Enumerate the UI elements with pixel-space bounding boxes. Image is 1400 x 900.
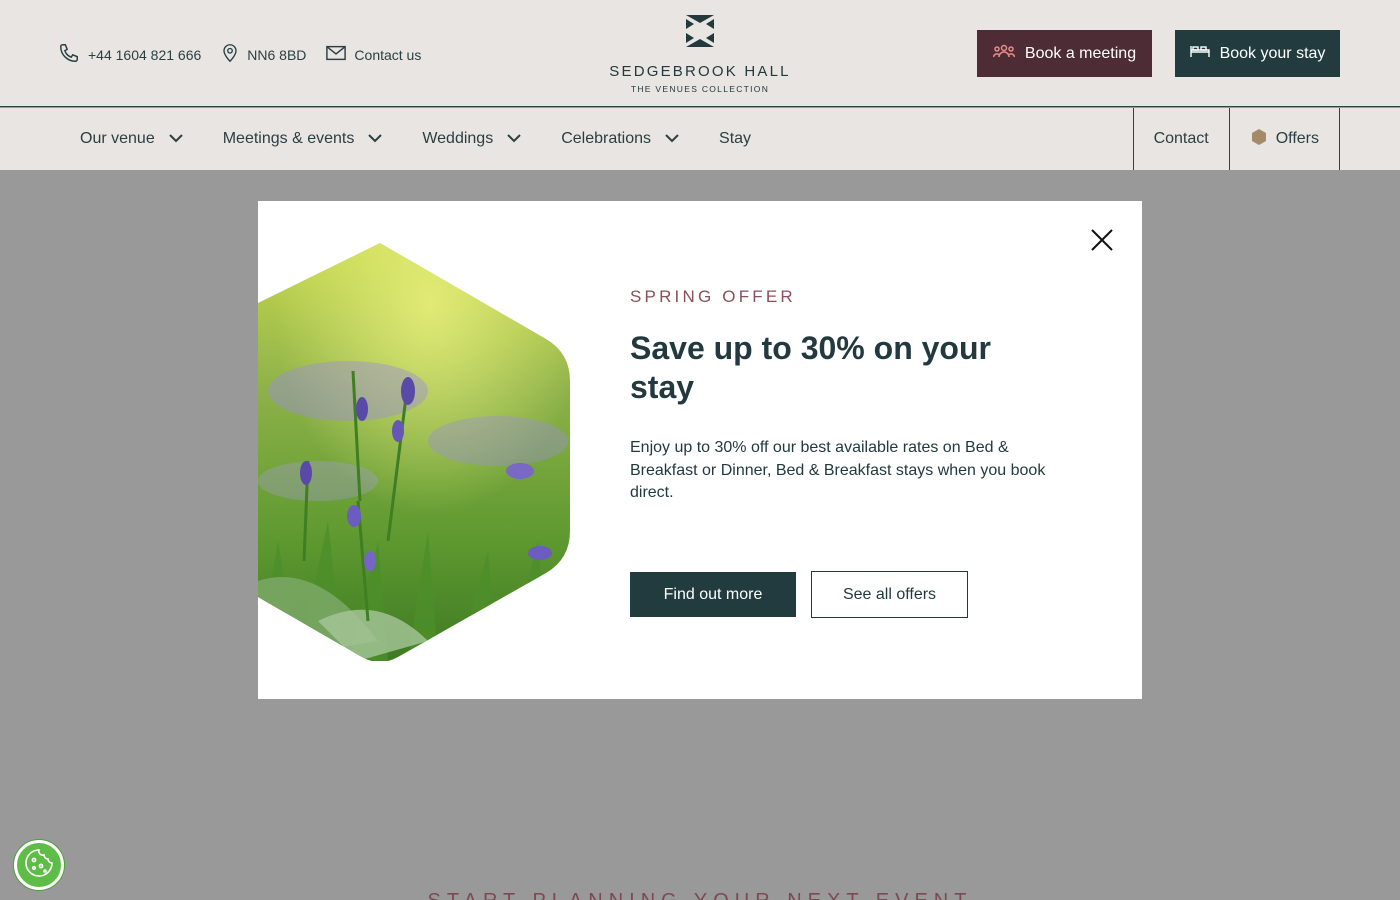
chevron-down-icon xyxy=(651,130,679,148)
book-meeting-button[interactable]: Book a meeting xyxy=(977,30,1152,77)
nav-item-contact[interactable]: Contact xyxy=(1132,108,1229,170)
book-stay-button[interactable]: Book your stay xyxy=(1175,30,1340,77)
nav-item-weddings[interactable]: Weddings xyxy=(422,130,521,148)
nav-item-offers[interactable]: Offers xyxy=(1228,108,1340,170)
nav-item-our-venue[interactable]: Our venue xyxy=(80,130,183,148)
nav-item-celebrations[interactable]: Celebrations xyxy=(561,130,679,148)
logo-subtitle: THE VENUES COLLECTION xyxy=(630,84,770,94)
offer-modal: SPRING OFFER Save up to 30% on your stay… xyxy=(258,201,1142,699)
phone-link[interactable]: +44 1604 821 666 xyxy=(58,42,201,67)
close-button[interactable] xyxy=(1088,227,1116,255)
chevron-down-icon xyxy=(354,130,383,148)
contact-link[interactable]: Contact us xyxy=(326,45,421,64)
offer-description: Enjoy up to 30% off our best available r… xyxy=(630,439,1046,501)
site-logo[interactable]: SEDGEBROOK HALL THE VENUES COLLECTION xyxy=(600,14,800,94)
offer-eyebrow: SPRING OFFER xyxy=(630,287,796,306)
nav-item-label: Weddings xyxy=(422,130,494,147)
logo-name: SEDGEBROOK HALL xyxy=(609,63,791,80)
nav-utility: Contact Offers xyxy=(1132,108,1340,170)
background-strapline: START PLANNING YOUR NEXT EVENT xyxy=(0,890,1400,900)
phone-number: +44 1604 821 666 xyxy=(88,46,202,63)
location-link[interactable]: NN6 8BD xyxy=(221,43,306,66)
logo-mark-icon xyxy=(600,14,800,53)
book-meeting-label: Book a meeting xyxy=(1024,44,1137,62)
nav-item-label: Stay xyxy=(719,130,752,147)
phone-icon xyxy=(58,42,88,67)
contact-label: Contact us xyxy=(354,46,422,63)
offer-headline: Save up to 30% on your stay xyxy=(630,330,991,405)
nav-menu: Our venue Meetings & events Weddings Cel… xyxy=(80,108,791,170)
postcode: NN6 8BD xyxy=(247,46,307,63)
nav-contact-label: Contact xyxy=(1153,130,1209,147)
nav-offers-label: Offers xyxy=(1275,130,1319,147)
find-out-more-button[interactable]: Find out more xyxy=(630,572,796,617)
cookie-icon xyxy=(23,847,55,884)
see-all-offers-button[interactable]: See all offers xyxy=(811,571,968,618)
envelope-icon xyxy=(326,45,354,64)
chevron-down-icon xyxy=(155,130,183,148)
bluebell-image xyxy=(258,243,570,661)
bed-icon xyxy=(1189,44,1220,63)
site-header: +44 1604 821 666 NN6 8BD Contact us SEDG… xyxy=(0,0,1400,107)
close-icon xyxy=(1090,228,1114,255)
nav-item-label: Celebrations xyxy=(561,130,652,147)
map-pin-icon xyxy=(221,43,247,66)
hexagon-icon xyxy=(1250,128,1268,151)
nav-item-meetings-events[interactable]: Meetings & events xyxy=(223,130,383,148)
nav-item-label: Our venue xyxy=(80,130,155,147)
contact-strip: +44 1604 821 666 NN6 8BD Contact us xyxy=(58,42,441,67)
cookie-settings-button[interactable] xyxy=(14,840,64,890)
nav-item-label: Meetings & events xyxy=(222,130,355,147)
main-nav: Our venue Meetings & events Weddings Cel… xyxy=(0,108,1400,170)
chevron-down-icon xyxy=(493,130,521,148)
book-stay-label: Book your stay xyxy=(1219,44,1326,62)
nav-item-stay[interactable]: Stay xyxy=(719,130,751,148)
people-icon xyxy=(992,44,1025,63)
